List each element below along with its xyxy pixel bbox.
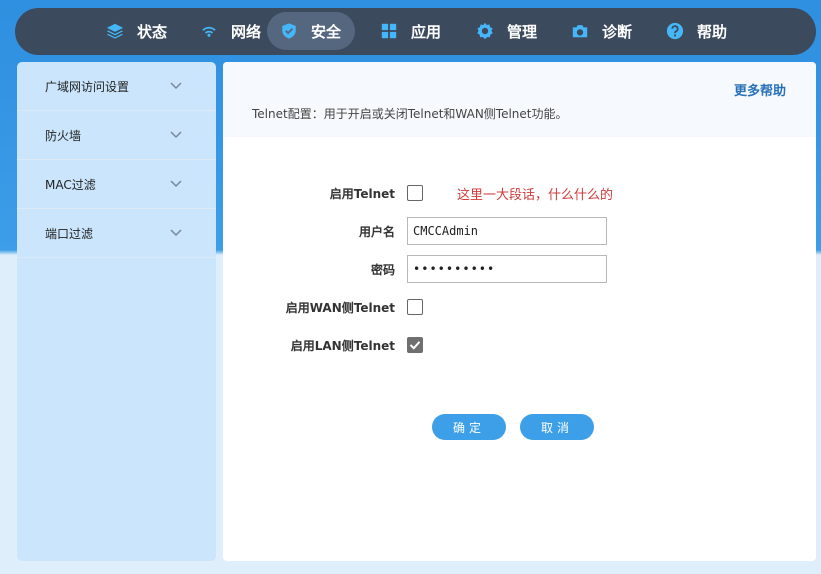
username-label: 用户名 bbox=[358, 224, 395, 239]
wan-telnet-label: 启用WAN侧Telnet bbox=[285, 300, 395, 315]
top-nav: 状态 网络 安全 应用 管理 诊断 帮助 bbox=[15, 8, 816, 55]
grid-icon bbox=[379, 21, 399, 41]
more-help-link[interactable]: 更多帮助 bbox=[734, 80, 786, 99]
nav-item-security[interactable]: 安全 bbox=[267, 12, 356, 50]
nav-item-manage[interactable]: 管理 bbox=[463, 12, 551, 50]
nav-item-status[interactable]: 状态 bbox=[93, 12, 181, 50]
help-icon bbox=[665, 21, 685, 41]
camera-icon bbox=[570, 21, 590, 41]
layers-icon bbox=[105, 21, 125, 41]
gear-icon bbox=[475, 21, 495, 41]
username-input[interactable]: CMCCAdmin bbox=[407, 217, 607, 245]
sidebar-item-wan-access[interactable]: 广域网访问设置 bbox=[17, 62, 216, 111]
nav-label: 管理 bbox=[507, 22, 538, 41]
password-label: 密码 bbox=[370, 262, 395, 277]
enable-telnet-label: 启用Telnet bbox=[329, 186, 395, 201]
note-text: 这里一大段话，什么什么的 bbox=[457, 187, 614, 203]
nav-label: 帮助 bbox=[697, 22, 728, 41]
wifi-icon bbox=[199, 21, 219, 41]
sidebar-item-label: 防火墙 bbox=[45, 128, 82, 143]
cancel-button[interactable]: 取消 bbox=[520, 414, 594, 440]
main-panel: 更多帮助 Telnet配置：用于开启或关闭Telnet和WAN侧Telnet功能… bbox=[223, 62, 816, 561]
nav-label: 诊断 bbox=[602, 22, 633, 41]
nav-label: 应用 bbox=[411, 22, 442, 41]
panel-header: 更多帮助 Telnet配置：用于开启或关闭Telnet和WAN侧Telnet功能… bbox=[223, 62, 816, 137]
chevron-down-icon bbox=[170, 229, 182, 237]
checkmark-icon bbox=[409, 341, 421, 350]
nav-item-network[interactable]: 网络 bbox=[187, 12, 275, 50]
lan-telnet-label: 启用LAN侧Telnet bbox=[290, 338, 395, 353]
nav-label: 安全 bbox=[311, 22, 342, 41]
chevron-down-icon bbox=[170, 131, 182, 139]
page-description: Telnet配置：用于开启或关闭Telnet和WAN侧Telnet功能。 bbox=[252, 107, 568, 121]
nav-item-apps[interactable]: 应用 bbox=[367, 12, 455, 50]
sidebar: 广域网访问设置 防火墙 MAC过滤 端口过滤 bbox=[17, 62, 216, 561]
nav-item-help[interactable]: 帮助 bbox=[653, 12, 741, 50]
password-input[interactable]: •••••••••• bbox=[407, 255, 607, 283]
sidebar-item-firewall[interactable]: 防火墙 bbox=[17, 111, 216, 160]
row-password: 密码 •••••••••• bbox=[223, 255, 816, 283]
chevron-down-icon bbox=[170, 180, 182, 188]
nav-label: 状态 bbox=[137, 22, 168, 41]
sidebar-item-mac-filter[interactable]: MAC过滤 bbox=[17, 160, 216, 209]
row-lan-telnet: 启用LAN侧Telnet bbox=[223, 331, 816, 359]
chevron-down-icon bbox=[170, 82, 182, 90]
row-wan-telnet: 启用WAN侧Telnet bbox=[223, 293, 816, 321]
nav-item-diagnose[interactable]: 诊断 bbox=[558, 12, 646, 50]
confirm-button[interactable]: 确定 bbox=[432, 414, 506, 440]
sidebar-item-label: 广域网访问设置 bbox=[45, 79, 130, 94]
shield-icon bbox=[279, 21, 299, 41]
sidebar-item-label: 端口过滤 bbox=[45, 226, 94, 241]
row-username: 用户名 CMCCAdmin bbox=[223, 217, 816, 245]
enable-telnet-checkbox[interactable] bbox=[407, 185, 423, 201]
sidebar-item-label: MAC过滤 bbox=[45, 177, 96, 192]
row-enable-telnet: 启用Telnet 这里一大段话，什么什么的 bbox=[223, 179, 816, 207]
wan-telnet-checkbox[interactable] bbox=[407, 299, 423, 315]
nav-label: 网络 bbox=[231, 22, 262, 41]
sidebar-item-port-filter[interactable]: 端口过滤 bbox=[17, 209, 216, 258]
lan-telnet-checkbox[interactable] bbox=[407, 337, 423, 353]
